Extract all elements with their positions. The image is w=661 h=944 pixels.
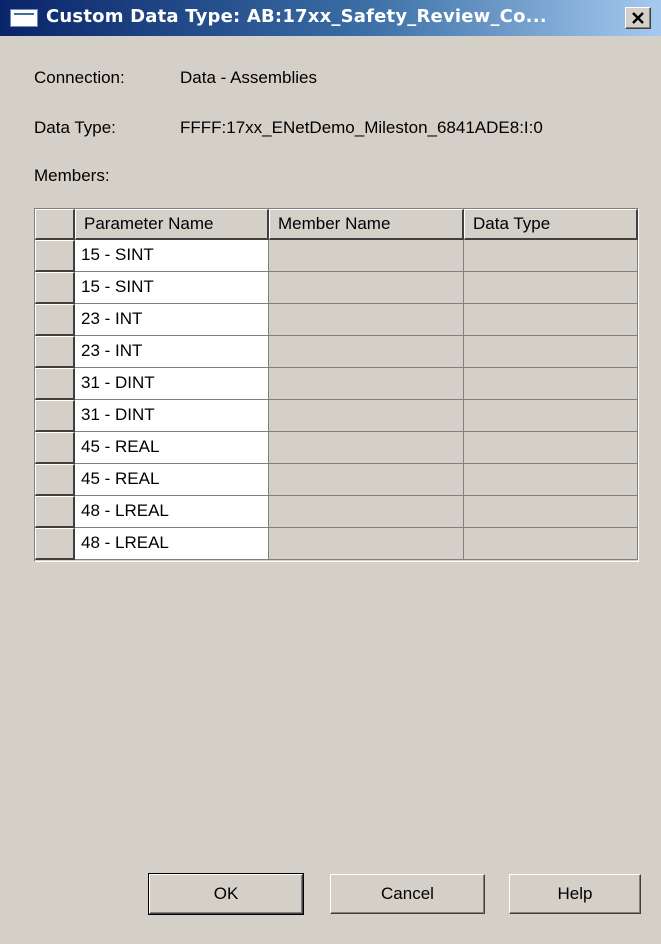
data-type-cell[interactable]: [464, 240, 638, 272]
member-name-cell[interactable]: [269, 400, 464, 432]
row-header[interactable]: [35, 400, 75, 432]
title-bar[interactable]: Custom Data Type: AB:17xx_Safety_Review_…: [0, 0, 661, 36]
cancel-button[interactable]: Cancel: [330, 874, 485, 914]
help-button[interactable]: Help: [509, 874, 641, 914]
parameter-name-cell[interactable]: 15 - SINT: [75, 272, 269, 304]
window-icon: [10, 9, 38, 27]
data-type-cell[interactable]: [464, 496, 638, 528]
members-label: Members:: [34, 166, 110, 185]
parameter-name-cell[interactable]: 15 - SINT: [75, 240, 269, 272]
parameter-name-cell[interactable]: 23 - INT: [75, 304, 269, 336]
members-grid[interactable]: Parameter Name Member Name Data Type 15 …: [34, 208, 639, 562]
data-type-cell[interactable]: [464, 368, 638, 400]
member-name-cell[interactable]: [269, 368, 464, 400]
row-header[interactable]: [35, 240, 75, 272]
parameter-name-cell[interactable]: 48 - LREAL: [75, 528, 269, 560]
window-title: Custom Data Type: AB:17xx_Safety_Review_…: [46, 6, 547, 27]
member-name-cell[interactable]: [269, 240, 464, 272]
data-type-cell[interactable]: [464, 336, 638, 368]
column-header-member-name[interactable]: Member Name: [269, 209, 464, 240]
connection-value: Data - Assemblies: [180, 68, 317, 87]
parameter-name-cell[interactable]: 31 - DINT: [75, 400, 269, 432]
data-type-cell[interactable]: [464, 432, 638, 464]
data-type-cell[interactable]: [464, 272, 638, 304]
row-header[interactable]: [35, 272, 75, 304]
member-name-cell[interactable]: [269, 304, 464, 336]
parameter-name-cell[interactable]: 31 - DINT: [75, 368, 269, 400]
row-header[interactable]: [35, 368, 75, 400]
data-type-cell[interactable]: [464, 400, 638, 432]
ok-button[interactable]: OK: [148, 873, 304, 915]
member-name-cell[interactable]: [269, 336, 464, 368]
member-name-cell[interactable]: [269, 496, 464, 528]
row-header[interactable]: [35, 464, 75, 496]
row-header[interactable]: [35, 528, 75, 560]
row-header[interactable]: [35, 336, 75, 368]
parameter-name-cell[interactable]: 45 - REAL: [75, 432, 269, 464]
custom-data-type-dialog: Custom Data Type: AB:17xx_Safety_Review_…: [0, 0, 661, 944]
close-icon: [632, 12, 644, 24]
data-type-cell[interactable]: [464, 528, 638, 560]
row-header[interactable]: [35, 432, 75, 464]
member-name-cell[interactable]: [269, 272, 464, 304]
member-name-cell[interactable]: [269, 528, 464, 560]
close-button[interactable]: [625, 7, 651, 29]
grid-corner-header[interactable]: [35, 209, 75, 240]
member-name-cell[interactable]: [269, 432, 464, 464]
row-header[interactable]: [35, 304, 75, 336]
parameter-name-cell[interactable]: 23 - INT: [75, 336, 269, 368]
parameter-name-cell[interactable]: 45 - REAL: [75, 464, 269, 496]
row-header[interactable]: [35, 496, 75, 528]
connection-label: Connection:: [34, 68, 125, 87]
column-header-data-type[interactable]: Data Type: [464, 209, 638, 240]
column-header-parameter-name[interactable]: Parameter Name: [75, 209, 269, 240]
data-type-cell[interactable]: [464, 464, 638, 496]
data-type-value: FFFF:17xx_ENetDemo_Mileston_6841ADE8:I:0: [180, 118, 543, 137]
parameter-name-cell[interactable]: 48 - LREAL: [75, 496, 269, 528]
data-type-label: Data Type:: [34, 118, 116, 137]
member-name-cell[interactable]: [269, 464, 464, 496]
data-type-cell[interactable]: [464, 304, 638, 336]
